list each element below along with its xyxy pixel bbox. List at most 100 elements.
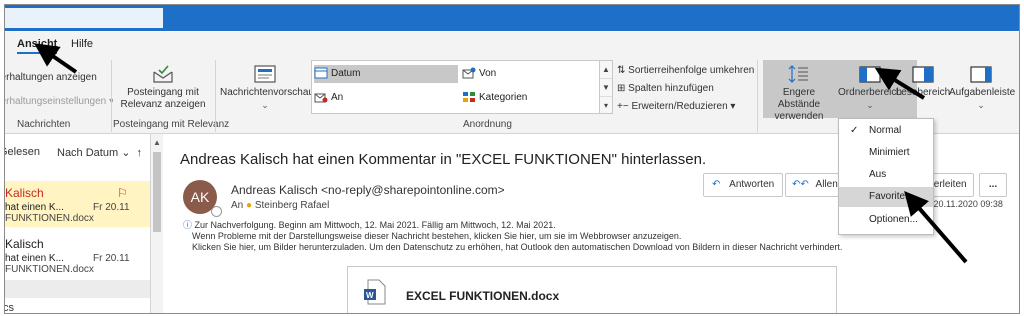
reverse-sort-label: Sortierreihenfolge umkehren bbox=[628, 65, 755, 76]
arrangement-gallery: Datum Von An Kategorien ▲ ▼ ▾ bbox=[311, 60, 613, 114]
menu-item-label: Aus bbox=[869, 169, 887, 180]
checkmark-icon: ✓ bbox=[850, 125, 859, 136]
message-list: Gelesen Nach Datum ⌄ ↑ Kalisch ⚐ hat ein… bbox=[4, 134, 150, 314]
focused-inbox-button[interactable]: Posteingang mit Relevanz anzeigen bbox=[120, 64, 206, 111]
word-document-icon: W bbox=[364, 279, 386, 305]
scroll-up-icon[interactable]: ▲ bbox=[153, 138, 161, 147]
recipient-name[interactable]: Steinberg Rafael bbox=[255, 200, 330, 211]
tab-ansicht[interactable]: Ansicht bbox=[17, 38, 58, 54]
tab-hilfe[interactable]: Hilfe bbox=[71, 38, 93, 50]
message-list-scrollbar[interactable]: ▲ bbox=[150, 134, 164, 313]
message-sender: Kalisch bbox=[5, 186, 44, 200]
ribbon-tabs: Ansicht Hilfe bbox=[5, 32, 1019, 56]
arrange-by-from[interactable]: Von bbox=[462, 65, 496, 83]
group-label-nachrichten: Nachrichten bbox=[17, 119, 71, 130]
expand-gallery-icon[interactable]: ▾ bbox=[600, 97, 612, 114]
menu-item-label: Normal bbox=[869, 125, 902, 136]
search-box[interactable] bbox=[5, 8, 163, 28]
scroll-up-icon[interactable]: ▲ bbox=[600, 61, 612, 79]
download-pictures-text[interactable]: Klicken Sie hier, um Bilder herunterzula… bbox=[183, 242, 842, 253]
reply-label: Antworten bbox=[729, 179, 775, 190]
message-date: Fr 20.11 bbox=[93, 253, 130, 264]
info-icon: ⓘ bbox=[183, 220, 193, 230]
sender-icon bbox=[462, 67, 476, 79]
group-label-posteingang: Posteingang mit Relevanz bbox=[113, 119, 230, 130]
message-subject: hat einen K... bbox=[5, 202, 64, 213]
email-from[interactable]: Andreas Kalisch <no-reply@sharepointonli… bbox=[231, 183, 505, 197]
info-bar[interactable]: ⓘ Zur Nachverfolgung. Beginn am Mittwoch… bbox=[183, 220, 842, 253]
reply-all-label: Allen a bbox=[815, 179, 838, 190]
attachment-card[interactable]: W EXCEL FUNKTIONEN.docx bbox=[347, 266, 837, 313]
arrange-by-to[interactable]: An bbox=[314, 89, 343, 107]
message-subject: hat einen K... bbox=[5, 253, 64, 264]
add-columns-option[interactable]: ⊞ Spalten hinzufügen bbox=[617, 83, 714, 94]
sort-dropdown[interactable]: Nach Datum ⌄ ↑ bbox=[57, 146, 142, 159]
message-preview-label: Nachrichtenvorschau bbox=[220, 87, 314, 98]
attachment-name: EXCEL FUNKTIONEN.docx bbox=[406, 289, 560, 303]
email-subject: Andreas Kalisch hat einen Kommentar in "… bbox=[180, 151, 707, 168]
conversation-settings-option[interactable]: Unterhaltungseinstellungen ▾ bbox=[5, 96, 113, 107]
compact-spacing-button[interactable]: Engere Abstände verwenden bbox=[763, 64, 835, 123]
expand-collapse-option[interactable]: +− Erweitern/Reduzieren ▾ bbox=[617, 101, 735, 112]
todo-bar-label: Aufgabenleiste bbox=[949, 87, 1016, 98]
expand-collapse-label: Erweitern/Reduzieren ▾ bbox=[631, 101, 736, 112]
list-item[interactable]: Kalisch hat einen K... Fr 20.11 FUNKTION… bbox=[5, 232, 150, 278]
divider bbox=[111, 60, 112, 132]
conversations-option[interactable]: Unterhaltungen anzeigen bbox=[5, 72, 97, 83]
email-recipient: An ● Steinberg Rafael bbox=[231, 200, 329, 211]
reading-pane-button[interactable]: Lesebereich bbox=[893, 64, 953, 99]
title-bar bbox=[5, 5, 1019, 31]
folder-pane-menu: ✓ Normal Minimiert Aus Favoriten Optione… bbox=[838, 118, 934, 235]
presence-icon bbox=[211, 206, 222, 217]
todo-bar-icon bbox=[970, 66, 992, 83]
message-attachment: FUNKTIONEN.docx bbox=[5, 213, 94, 224]
display-problem-text[interactable]: Wenn Probleme mit der Darstellungsweise … bbox=[183, 231, 842, 242]
forward-button[interactable]: terleiten bbox=[929, 173, 974, 197]
menu-item-favorites[interactable]: Favoriten bbox=[839, 187, 933, 207]
menu-item-options[interactable]: Optionen... bbox=[839, 210, 933, 230]
recipient-icon bbox=[314, 93, 328, 103]
chevron-down-icon: ⌄ bbox=[261, 100, 269, 110]
todo-bar-button[interactable]: Aufgabenleiste ⌄ bbox=[949, 64, 1016, 111]
sort-label: Nach Datum bbox=[57, 147, 119, 159]
focused-inbox-label: Posteingang mit Relevanz anzeigen bbox=[120, 87, 206, 110]
list-item[interactable]: Kalisch ⚐ hat einen K... Fr 20.11 FUNKTI… bbox=[5, 181, 150, 227]
arrange-by-categories[interactable]: Kategorien bbox=[462, 89, 527, 107]
reply-button[interactable]: ↶ Antworten bbox=[703, 173, 783, 197]
reply-all-icon: ↶↶ bbox=[792, 179, 809, 190]
arrange-from-label: Von bbox=[479, 68, 497, 79]
reply-icon: ↶ bbox=[712, 179, 721, 190]
message-preview-button[interactable]: Nachrichtenvorschau ⌄ bbox=[220, 64, 314, 111]
compact-spacing-label: Engere Abstände verwenden bbox=[774, 87, 824, 122]
reverse-sort-option[interactable]: ⇅ Sortierreihenfolge umkehren bbox=[617, 65, 754, 76]
folder-pane-icon bbox=[859, 66, 881, 83]
gallery-scroll[interactable]: ▲ ▼ ▾ bbox=[599, 61, 612, 113]
arrange-categories-label: Kategorien bbox=[479, 92, 528, 103]
menu-item-label: Favoriten bbox=[869, 191, 911, 202]
more-actions-button[interactable]: ... bbox=[979, 173, 1007, 197]
arrange-date-label: Datum bbox=[331, 68, 361, 79]
categories-icon bbox=[463, 92, 475, 103]
arrange-by-date[interactable]: Datum bbox=[314, 65, 458, 83]
group-divider bbox=[5, 280, 150, 298]
forward-label: terleiten bbox=[931, 179, 967, 190]
email-datetime: r 20.11.2020 09:38 bbox=[928, 199, 1003, 209]
list-footer-text: cs bbox=[4, 302, 14, 314]
scroll-down-icon[interactable]: ▼ bbox=[600, 79, 612, 97]
followup-text: Zur Nachverfolgung. Beginn am Mittwoch, … bbox=[194, 220, 556, 230]
menu-item-label: Minimiert bbox=[869, 147, 910, 158]
reading-pane-label: Lesebereich bbox=[895, 87, 951, 98]
menu-item-off[interactable]: Aus bbox=[839, 165, 933, 185]
presence-dot-icon: ● bbox=[246, 200, 253, 211]
scrollbar-thumb[interactable] bbox=[153, 152, 161, 232]
message-attachment: FUNKTIONEN.docx bbox=[5, 264, 94, 275]
outlook-window: Ansicht Hilfe Unterhaltungen anzeigen Un… bbox=[4, 4, 1020, 314]
menu-item-minimized[interactable]: Minimiert bbox=[839, 143, 933, 163]
reply-all-button[interactable]: ↶↶ Allen a bbox=[785, 173, 839, 197]
svg-text:W: W bbox=[366, 291, 374, 300]
menu-item-normal[interactable]: ✓ Normal bbox=[839, 121, 933, 141]
add-columns-label: Spalten hinzufügen bbox=[628, 83, 714, 94]
flag-icon[interactable]: ⚐ bbox=[117, 186, 128, 200]
list-filter[interactable]: Gelesen bbox=[5, 146, 40, 158]
chevron-down-icon: ⌄ bbox=[866, 100, 874, 110]
